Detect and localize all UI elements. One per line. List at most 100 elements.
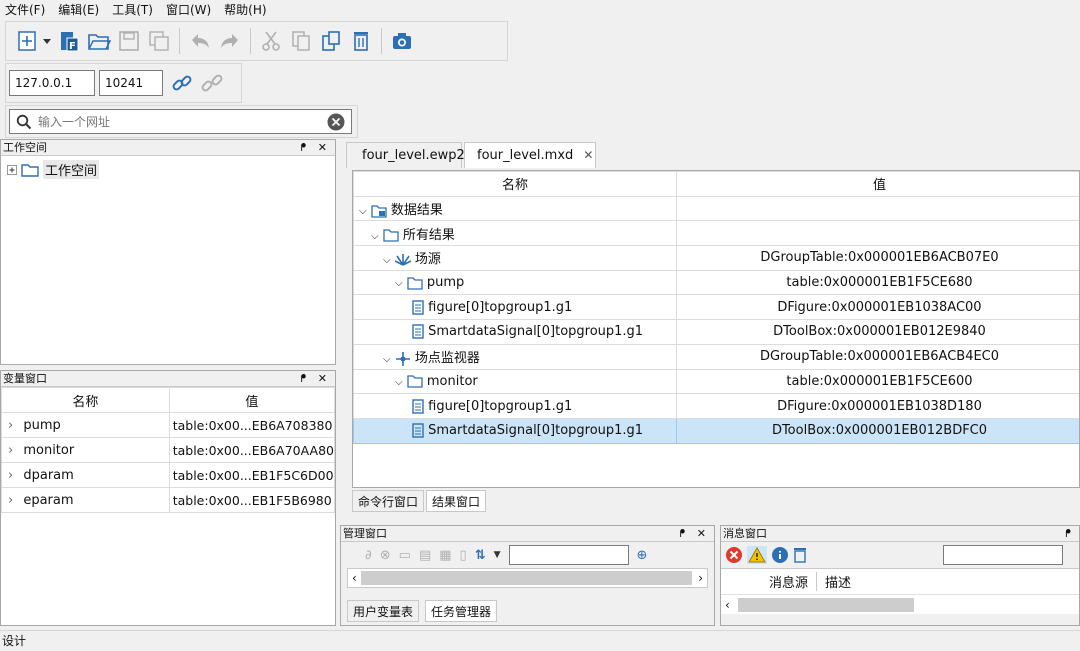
tab-user-variables[interactable]: 用户变量表 [347, 600, 420, 622]
tab-result-window[interactable]: 结果窗口 [426, 490, 487, 512]
tree-row-selected[interactable]: SmartdataSignal[0]topgroup1.g1 DToolBox:… [353, 417, 1079, 444]
tree-label: 场源 [414, 252, 441, 268]
scroll-left-icon[interactable]: ‹ [725, 598, 730, 612]
delete-icon[interactable] [346, 26, 376, 56]
menu-edit[interactable]: 编辑(E) [53, 0, 107, 20]
dropdown-arrow-icon[interactable] [40, 26, 54, 56]
disconnect-link-icon[interactable] [197, 68, 227, 98]
col-header-name[interactable]: 名称 [1, 387, 170, 413]
tree-row[interactable]: ⌵ pump table:0x000001EB1F5CE680 [353, 269, 1079, 296]
paste-icon[interactable] [316, 26, 346, 56]
scroll-left-icon[interactable]: ‹ [352, 571, 357, 585]
new-icon[interactable] [14, 26, 40, 56]
close-circle-icon[interactable]: ⊗ [380, 548, 391, 563]
menu-help[interactable]: 帮助(H) [219, 0, 274, 20]
col-header-value[interactable]: 值 [676, 171, 1079, 197]
manager-filter-input[interactable] [508, 545, 629, 565]
copy-icon[interactable] [286, 26, 316, 56]
panel-pin-icon[interactable]: ᖰ [1065, 526, 1079, 541]
connect-link-icon[interactable] [167, 68, 197, 98]
workspace-tree-root[interactable]: 工作空间 [1, 156, 335, 179]
url-search-box[interactable]: 输入一个网址 [9, 109, 352, 134]
search-zoom-icon[interactable]: ⊕ [637, 548, 648, 563]
tree-row[interactable]: ⌵ 场点监视器 DGroupTable:0x000001EB6ACB4EC0 [353, 343, 1079, 370]
tab-four-level-mxd[interactable]: four_level.mxd ✕ [464, 142, 596, 168]
list-icon[interactable]: ▤ [419, 548, 431, 563]
save-all-icon[interactable] [144, 26, 174, 56]
save-icon[interactable] [114, 26, 144, 56]
tree-row[interactable]: figure[0]topgroup1.g1 DFigure:0x000001EB… [353, 393, 1079, 419]
panel-pin-close-icons[interactable]: ᖰ ✕ [680, 526, 714, 541]
scrollbar-thumb[interactable] [737, 597, 914, 612]
tree-value: DGroupTable:0x000001EB6ACB4EC0 [676, 343, 1079, 370]
menu-file[interactable]: 文件(F) [0, 0, 53, 20]
scrollbar-thumb[interactable] [360, 571, 693, 585]
workspace-title-bar: 工作空间 ᖰ ✕ [1, 140, 335, 156]
grid-icon[interactable]: ▦ [439, 548, 451, 563]
tree-label: SmartdataSignal[0]topgroup1.g1 [428, 423, 644, 439]
tree-row[interactable]: ⌵ 数据结果 [353, 195, 1079, 222]
tree-row[interactable]: figure[0]topgroup1.g1 DFigure:0x000001EB… [353, 294, 1079, 321]
chevron-right-icon[interactable]: › [8, 418, 13, 433]
tree-row[interactable]: SmartdataSignal[0]topgroup1.g1 DToolBox:… [353, 319, 1079, 345]
tree-row[interactable]: ⌵ 所有结果 [353, 220, 1079, 247]
col-header-value[interactable]: 值 [168, 387, 336, 413]
clear-icon[interactable] [327, 113, 345, 131]
undo-icon[interactable] [185, 26, 215, 56]
table-row[interactable]: › dparam table:0x00...EB1F5C6D00 [1, 462, 336, 488]
tree-value: table:0x000001EB1F5CE600 [676, 368, 1079, 395]
panel-pin-close-icons[interactable]: ᖰ ✕ [301, 371, 335, 386]
chevron-down-icon[interactable]: ⌵ [371, 231, 379, 242]
sort-icon[interactable]: ⇅ [475, 548, 486, 563]
table-row[interactable]: › eparam table:0x00...EB1F5B6980 [1, 487, 336, 513]
chevron-right-icon[interactable]: › [8, 468, 13, 483]
expand-plus-icon[interactable] [7, 164, 17, 175]
messages-hscrollbar[interactable]: ‹ [721, 594, 1079, 614]
chevron-down-icon[interactable]: ⌵ [359, 206, 367, 217]
close-tab-icon[interactable]: ✕ [583, 148, 593, 162]
variable-name: eparam [23, 492, 74, 508]
col-header-name[interactable]: 名称 [353, 171, 677, 197]
panel-pin-close-icons[interactable]: ᖰ ✕ [301, 140, 335, 155]
chevron-right-icon[interactable]: › [8, 493, 13, 508]
manager-hscrollbar[interactable]: ‹ › [347, 568, 708, 588]
info-filter-icon[interactable] [771, 546, 789, 564]
tab-task-manager[interactable]: 任务管理器 [425, 600, 498, 622]
col-header-source[interactable]: 消息源 [769, 572, 818, 591]
table-row[interactable]: › pump table:0x00...EB6A708380 [1, 412, 336, 438]
chevron-down-icon[interactable]: ⌵ [383, 255, 391, 266]
tab-command-window[interactable]: 命令行窗口 [352, 490, 425, 512]
delete-icon[interactable]: ▯ [460, 548, 467, 563]
redo-icon[interactable] [215, 26, 245, 56]
camera-icon[interactable] [387, 26, 417, 56]
menu-window[interactable]: 窗口(W) [161, 0, 219, 20]
document-icon [412, 423, 424, 438]
chevron-down-icon[interactable]: ⌵ [395, 278, 403, 289]
open-folder-icon[interactable] [84, 26, 114, 56]
tree-row[interactable]: ⌵ monitor table:0x000001EB1F5CE600 [353, 368, 1079, 395]
menu-tools[interactable]: 工具(T) [107, 0, 161, 20]
ip-address-field[interactable]: 127.0.0.1 [9, 70, 95, 96]
port-field[interactable]: 10241 [99, 70, 163, 96]
new-file-icon[interactable]: F [54, 26, 84, 56]
cut-icon[interactable] [256, 26, 286, 56]
tree-row[interactable]: ⌵ 场源 DGroupTable:0x000001EB6ACB07E0 [353, 245, 1079, 271]
search-icon [16, 114, 32, 130]
folder-icon[interactable]: ▭ [399, 548, 411, 563]
tab-four-level-ewp2[interactable]: four_level.ewp2 [346, 142, 465, 168]
chevron-down-icon[interactable]: ⌵ [383, 354, 391, 365]
variable-value: table:0x00...EB6A70AA80 [168, 437, 336, 463]
error-filter-icon[interactable] [725, 546, 743, 564]
messages-filter-input[interactable] [943, 545, 1063, 565]
table-row[interactable]: › monitor table:0x00...EB6A70AA80 [1, 437, 336, 463]
link-icon[interactable]: ∂ [365, 548, 372, 563]
messages-header-row: 消息源 描述 [721, 568, 1079, 594]
workspace-root-label: 工作空间 [43, 160, 100, 179]
warning-filter-icon[interactable] [747, 546, 767, 564]
chevron-down-icon[interactable]: ⌵ [395, 377, 403, 388]
chevron-right-icon[interactable]: › [8, 443, 13, 458]
col-header-desc[interactable]: 描述 [825, 572, 851, 591]
scroll-right-icon[interactable]: › [698, 571, 703, 585]
clear-messages-icon[interactable] [793, 547, 807, 563]
dropdown-arrow-icon[interactable]: ▼ [494, 550, 501, 560]
